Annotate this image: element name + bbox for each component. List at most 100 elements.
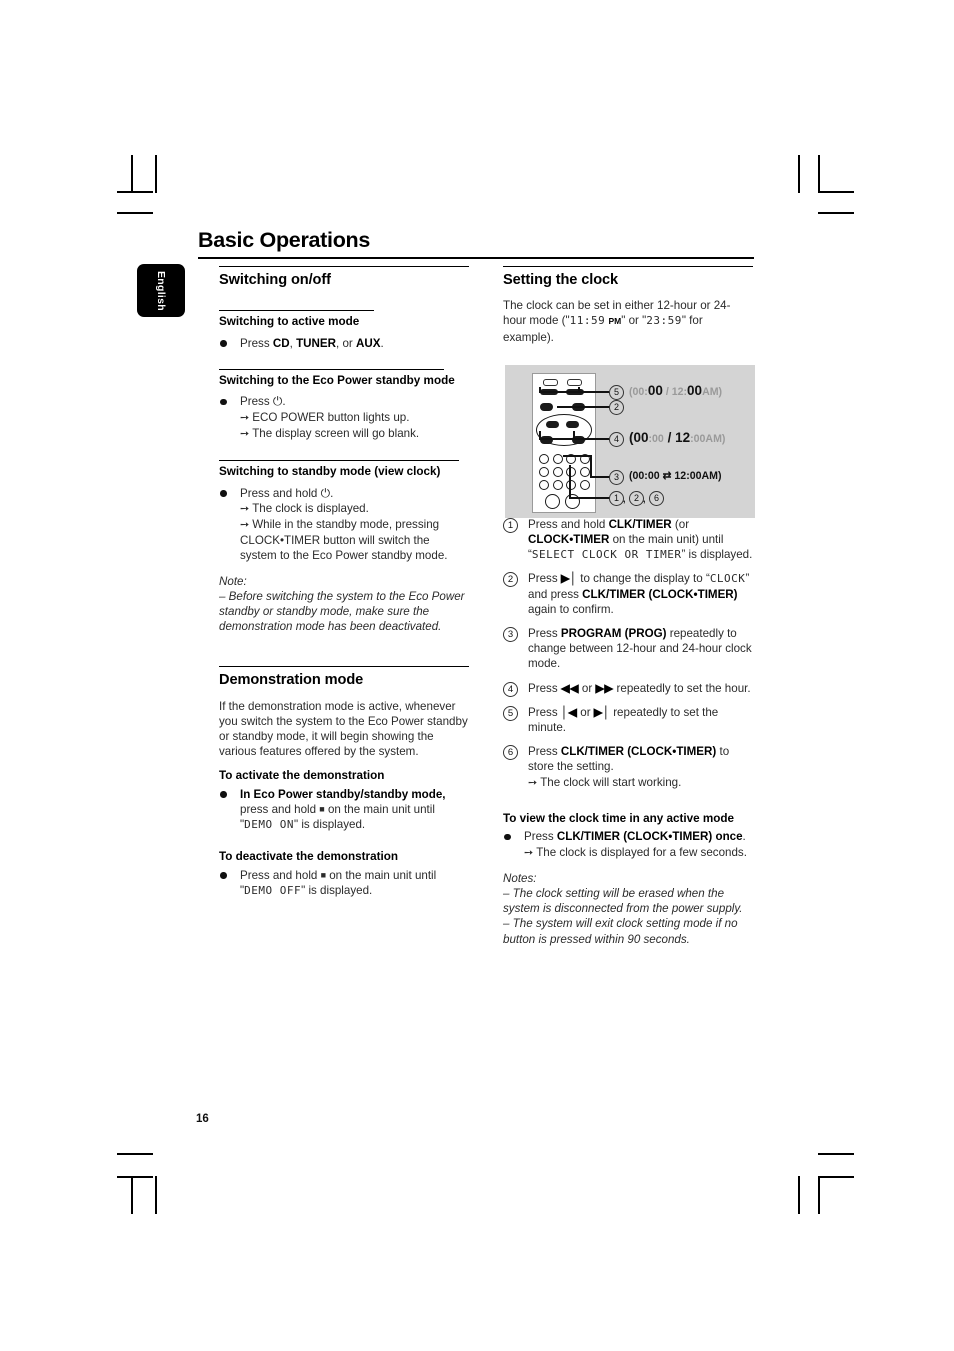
bullet-dot — [220, 340, 227, 347]
leader-line-3-horiz — [590, 476, 610, 478]
crop-mark-top-left-4 — [117, 212, 153, 214]
power-icon: ⏻ — [272, 394, 283, 409]
bullet-dot — [220, 872, 227, 879]
demo-intro: If the demonstration mode is active, whe… — [219, 699, 468, 759]
stop-square-icon: ■ — [320, 869, 326, 880]
section-heading-clock: Setting the clock — [503, 272, 619, 288]
step-6: 6 Press CLK/TIMER (CLOCK•TIMER) to store… — [503, 744, 753, 791]
result-line: ➙ The clock is displayed. — [240, 501, 369, 515]
remote-key — [580, 467, 590, 477]
bullet-text: Press CD, TUNER, or AUX. — [240, 336, 384, 350]
remote-prev-track-button — [540, 403, 553, 411]
leader-line-4-stub — [539, 431, 541, 440]
crop-mark-bottom-left-4 — [117, 1176, 153, 1178]
arrow-icon: ➙ — [524, 846, 534, 859]
arrow-icon: ➙ — [240, 502, 250, 515]
step-1: 1 Press and hold CLK/TIMER (or CLOCK•TIM… — [503, 517, 753, 563]
bullet-deactivate-demo: Press and hold ■ on the main unit until … — [219, 868, 469, 898]
bullet-activate-demo: In Eco Power standby/standby mode, press… — [219, 787, 469, 833]
next-track-icon: ▶│ — [560, 572, 578, 586]
remote-key-clk-timer — [566, 467, 576, 477]
arrow-icon: ➙ — [528, 776, 538, 789]
leader-line-3-vert — [590, 455, 592, 477]
subheading-view-clock: To view the clock time in any active mod… — [503, 811, 735, 825]
bullet-text: Press ⏻. — [240, 394, 286, 409]
step-number: 6 — [503, 745, 518, 761]
step-text: Press ▶│ to change the display to “CLOCK… — [528, 572, 750, 616]
remote-key — [566, 480, 576, 490]
subsection-rule-3 — [219, 460, 459, 462]
result-line: ➙ ECO POWER button lights up. — [240, 410, 410, 424]
crop-mark-bottom-right-4 — [818, 1176, 854, 1178]
remote-key — [539, 454, 549, 464]
result-line: ➙ While in the standby mode, pressing CLO… — [240, 517, 448, 563]
remote-key — [539, 467, 549, 477]
step-3: 3 Press PROGRAM (PROG) repeatedly to cha… — [503, 626, 753, 672]
remote-key — [539, 480, 549, 490]
result-line: ➙ The clock is displayed for a few second… — [524, 845, 747, 859]
power-icon: ⏻ — [320, 485, 331, 500]
note-text: – The system will exit clock setting mod… — [503, 917, 738, 946]
step-text: Press and hold CLK/TIMER (or CLOCK•TIMER… — [528, 517, 753, 562]
leader-line-5b-stub — [578, 387, 580, 393]
next-track-icon: ▶│ — [593, 705, 610, 719]
crop-mark-bottom-right — [798, 1176, 800, 1214]
leader-line-5 — [539, 391, 609, 393]
remote-top-button-right — [567, 379, 582, 386]
notes-label: Notes: — [503, 871, 537, 885]
callout-number-6b: 6 — [649, 491, 664, 506]
callout-text-3: (00:00 ⇄ 12:00AM) — [629, 470, 722, 482]
lcd-1159: 11:59 — [569, 314, 606, 328]
crop-mark-bottom-left-2 — [155, 1176, 157, 1214]
leader-line-5-stub — [539, 387, 541, 393]
clock-intro: The clock can be set in either 12-hour o… — [503, 299, 731, 344]
page-title: Basic Operations — [198, 228, 371, 252]
leader-line-4b-stub — [573, 431, 575, 440]
result-line: ➙ The display screen will go blank. — [240, 426, 420, 440]
remote-key — [553, 480, 563, 490]
callout-number-2: 2 — [609, 400, 624, 415]
prev-track-icon: │◀ — [560, 705, 578, 719]
step-number: 2 — [503, 572, 518, 588]
callout-number-5: 5 — [609, 385, 624, 400]
crop-mark-top-left-3 — [117, 191, 153, 193]
lcd-demo-on: DEMO ON — [244, 818, 294, 832]
crop-mark-top-left-2 — [155, 155, 157, 193]
crop-mark-top-right-3 — [818, 191, 854, 193]
step-text: Press ◀◀ or ▶▶ repeatedly to set the hou… — [528, 681, 751, 695]
bullet-text: In Eco Power standby/standby mode, press… — [240, 787, 446, 832]
crop-mark-top-right — [798, 155, 800, 193]
bullet-active-mode: Press CD, TUNER, or AUX. — [219, 336, 469, 351]
title-block: Basic Operations — [198, 228, 754, 259]
pm-label: PM — [608, 316, 622, 327]
callout-comma-1: , — [623, 494, 626, 504]
step-number: 4 — [503, 681, 518, 697]
callout-text-5: (00:00 / 12:00AM) — [629, 383, 723, 398]
note-text: – The clock setting will be erased when … — [503, 886, 743, 916]
remote-top-button-left — [543, 379, 558, 386]
step-number: 3 — [503, 627, 518, 643]
remote-key-large — [545, 494, 560, 509]
title-rule — [198, 257, 754, 259]
bullet-dot — [504, 833, 511, 841]
section-rule-clock — [503, 266, 753, 267]
bullet-standby-view-clock: Press and hold ⏻. ➙ The clock is displaye… — [219, 486, 469, 564]
step-number: 5 — [503, 705, 518, 721]
remote-key — [553, 454, 563, 464]
subheading-activate-demo: To activate the demonstration — [219, 769, 385, 783]
notes-block: Notes: – The clock setting will be erase… — [503, 871, 753, 947]
lcd-demo-off: DEMO OFF — [244, 884, 302, 898]
bullet-dot — [220, 791, 227, 798]
crop-mark-bottom-right-2 — [818, 1176, 820, 1214]
section-rule-demo — [219, 666, 469, 668]
section-rule — [219, 266, 469, 267]
callout-number-4: 4 — [609, 432, 624, 447]
crop-mark-top-right-4 — [818, 212, 854, 214]
section-heading-demo: Demonstration mode — [219, 672, 364, 689]
callout-number-2b: 2 — [629, 491, 644, 506]
remote-play-pause-button — [566, 421, 579, 428]
step-text: Press │◀ or ▶│ repeatedly to set the min… — [528, 705, 719, 735]
leader-line-126-horiz — [569, 497, 610, 499]
arrow-icon: ➙ — [240, 411, 250, 424]
step-4: 4 Press ◀◀ or ▶▶ repeatedly to set the h… — [503, 681, 753, 697]
